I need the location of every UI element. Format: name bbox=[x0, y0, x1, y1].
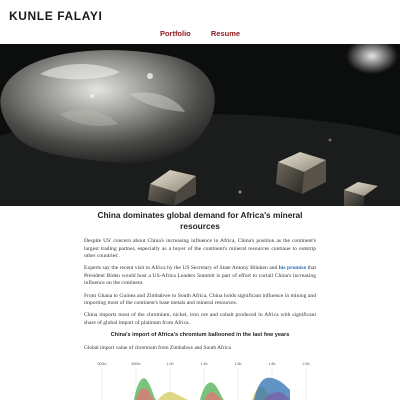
tick-label: 600m bbox=[132, 362, 141, 366]
article-paragraph-3: From Ghana to Guinea and Zimbabwe to Sou… bbox=[84, 292, 316, 307]
his-promise-link[interactable]: his promise bbox=[279, 265, 306, 271]
tick-label: 1.5b bbox=[235, 362, 242, 366]
tick-label: 2.0b bbox=[303, 362, 310, 366]
main-nav: Portfolio Resume bbox=[0, 29, 400, 38]
article-paragraph-4: China imports most of the chromium, nick… bbox=[84, 312, 316, 326]
nav-link-resume[interactable]: Resume bbox=[211, 29, 240, 38]
chromium-import-chart: 500m 600m 1.0b 1.4b 1.5b 1.8b 2.0b bbox=[84, 358, 316, 400]
hero-image bbox=[0, 44, 400, 206]
article-title: China dominates global demand for Africa… bbox=[97, 210, 303, 231]
tick-label: 1.4b bbox=[201, 362, 208, 366]
article: China dominates global demand for Africa… bbox=[84, 210, 316, 355]
article-paragraph-2: Experts say the recent visit to Africa b… bbox=[84, 265, 316, 288]
chart-heading: China's import of Africa's chromium ball… bbox=[110, 331, 290, 338]
tick-label: 1.8b bbox=[269, 362, 276, 366]
tick-label: 1.0b bbox=[167, 362, 174, 366]
site-header: KUNLE FALAYI bbox=[0, 0, 400, 31]
tick-label: 500m bbox=[98, 362, 107, 366]
article-paragraph-1: Despite US' concern about China's increa… bbox=[84, 238, 316, 260]
hero-mineral-photo bbox=[0, 44, 400, 206]
chart-subheading: Global import value of chromium from Zim… bbox=[84, 344, 231, 351]
paragraph-2-text-start: Experts say the recent visit to Africa b… bbox=[84, 265, 279, 272]
chart-svg: 500m 600m 1.0b 1.4b 1.5b 1.8b 2.0b bbox=[98, 362, 310, 400]
nav-link-portfolio[interactable]: Portfolio bbox=[160, 29, 191, 38]
site-logo[interactable]: KUNLE FALAYI bbox=[9, 9, 102, 23]
area-mark bbox=[158, 392, 188, 400]
